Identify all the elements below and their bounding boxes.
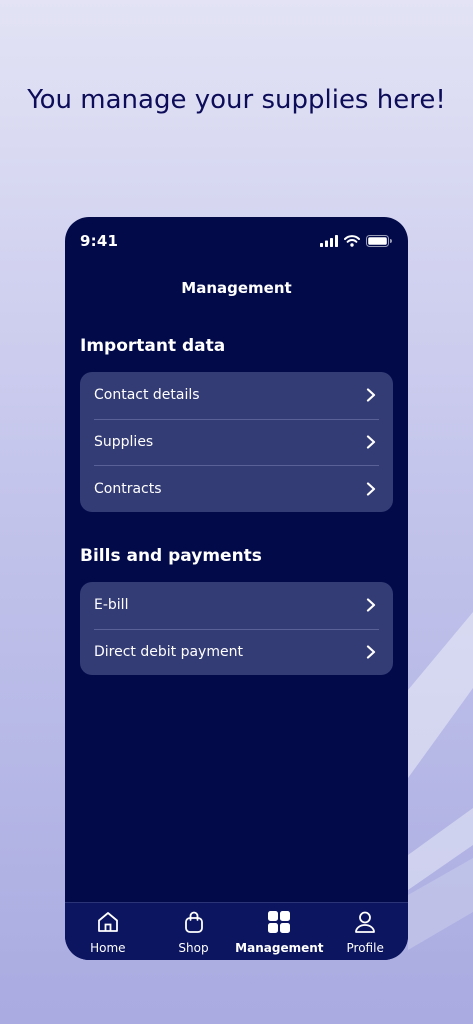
nav-title: Management	[181, 279, 292, 297]
chevron-right-icon	[365, 482, 379, 496]
tab-label: Home	[90, 941, 126, 955]
row-label: Contracts	[94, 480, 162, 497]
chevron-right-icon	[365, 435, 379, 449]
home-icon	[96, 909, 120, 935]
wifi-icon	[344, 235, 360, 247]
phone-screen: 9:41 Management Important data Contact d…	[65, 217, 408, 960]
user-icon	[353, 909, 377, 935]
row-contact-details[interactable]: Contact details	[94, 372, 379, 419]
row-contracts[interactable]: Contracts	[94, 465, 379, 512]
tab-shop[interactable]: Shop	[151, 903, 237, 955]
chevron-right-icon	[365, 598, 379, 612]
status-time: 9:41	[80, 232, 119, 250]
chevron-right-icon	[365, 645, 379, 659]
important-data-card: Contact details Supplies Contracts	[80, 372, 393, 512]
tab-label: Management	[235, 941, 324, 955]
tab-bar: Home Shop Management Profile	[65, 902, 408, 960]
row-label: Supplies	[94, 434, 154, 451]
shopping-bag-icon	[182, 909, 206, 935]
section-title-bills-and-payments: Bills and payments	[80, 546, 262, 566]
section-title-important-data: Important data	[80, 336, 226, 356]
tab-label: Profile	[346, 941, 384, 955]
chevron-right-icon	[365, 388, 379, 402]
bills-payments-card: E-bill Direct debit payment	[80, 582, 393, 675]
row-e-bill[interactable]: E-bill	[94, 582, 379, 629]
row-supplies[interactable]: Supplies	[94, 418, 379, 466]
tab-management[interactable]: Management	[235, 903, 324, 955]
tab-home[interactable]: Home	[65, 903, 151, 955]
status-bar: 9:41	[80, 231, 392, 251]
row-label: E-bill	[94, 597, 129, 614]
row-direct-debit-payment[interactable]: Direct debit payment	[94, 628, 379, 676]
signal-icon	[320, 235, 338, 247]
row-label: Contact details	[94, 387, 200, 404]
headline: You manage your supplies here!	[27, 85, 446, 115]
row-label: Direct debit payment	[94, 644, 243, 661]
tab-label: Shop	[178, 941, 209, 955]
grid-icon	[267, 909, 291, 935]
status-icons	[320, 235, 392, 247]
tab-profile[interactable]: Profile	[322, 903, 408, 955]
battery-icon	[366, 235, 392, 247]
